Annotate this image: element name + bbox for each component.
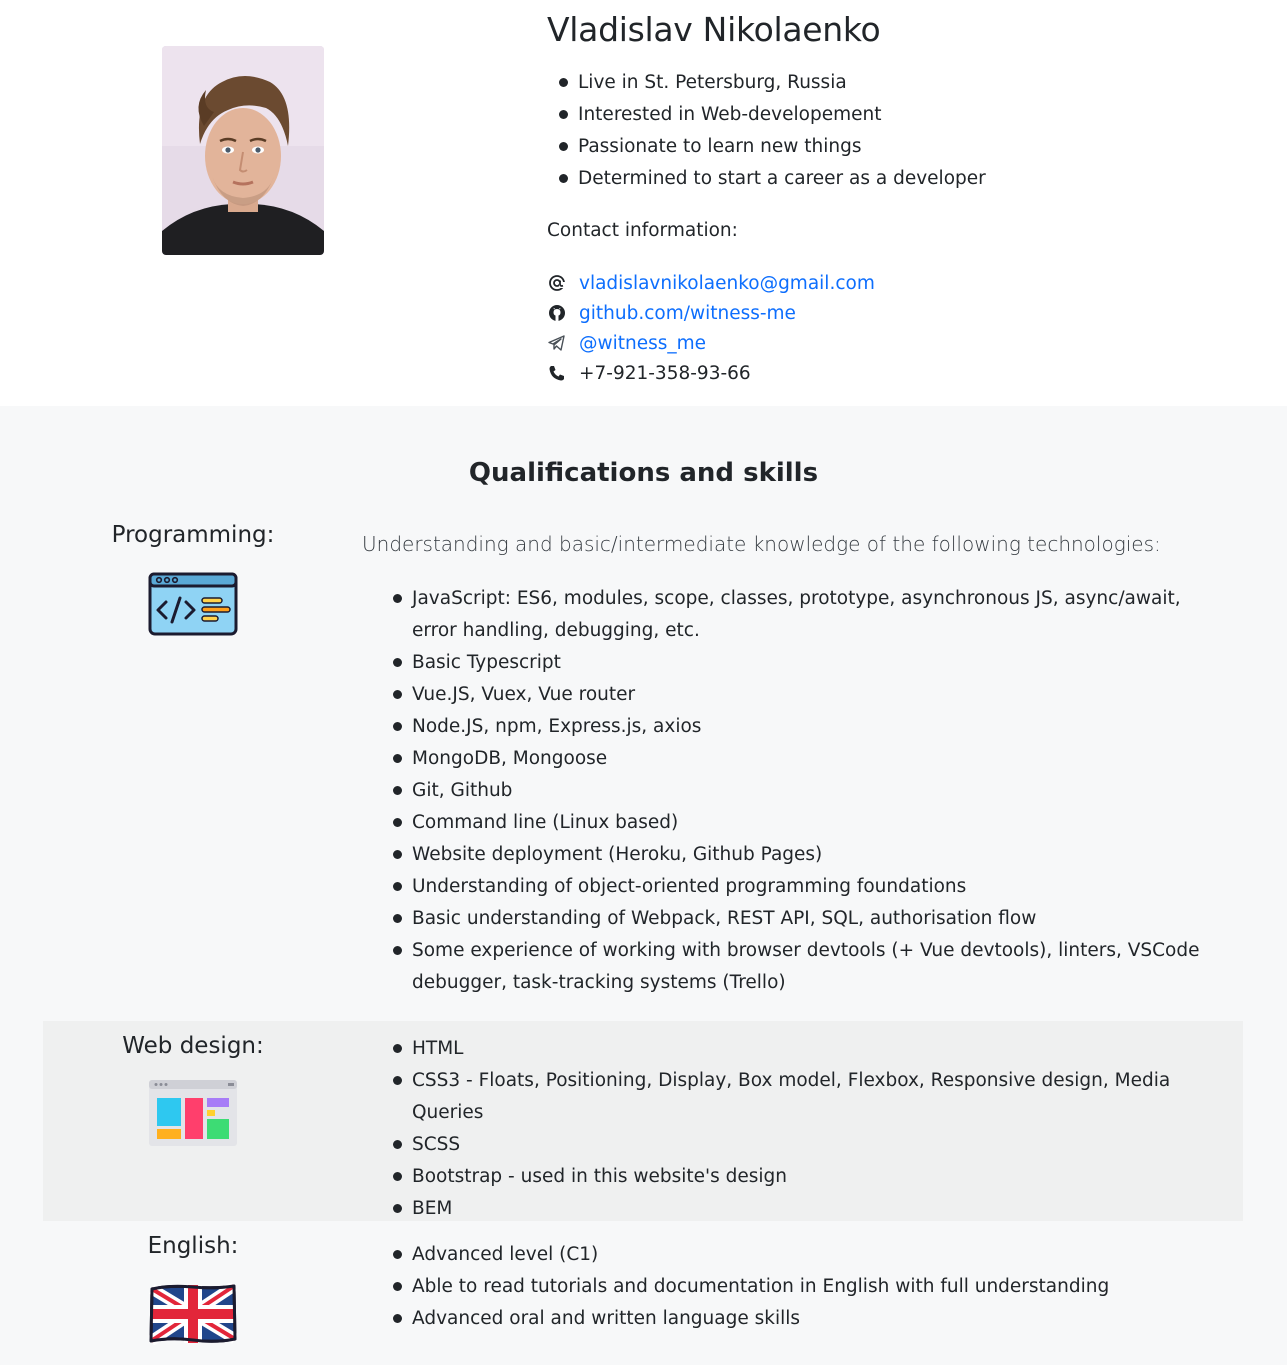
web-design-label: Web design: — [122, 1033, 264, 1059]
telegram-icon — [547, 333, 579, 353]
programming-label: Programming: — [111, 522, 275, 548]
at-icon — [547, 273, 579, 293]
skills-title: Qualifications and skills — [468, 458, 819, 488]
programming-block: Programming: Understanding and basic/int… — [43, 518, 1243, 1018]
contact-telegram-row: @witness_me — [547, 328, 875, 358]
web-design-block: Web design: HTML CSS3 - Floats, Position… — [43, 1021, 1243, 1221]
list-item: Understanding of object-oriented program… — [393, 871, 1212, 903]
uk-flag-icon — [147, 1281, 238, 1349]
list-item: SCSS — [393, 1129, 1212, 1161]
list-item: Node.JS, npm, Express.js, axios — [393, 711, 1212, 743]
github-link[interactable]: github.com/witness-me — [579, 303, 796, 324]
list-item: CSS3 - Floats, Positioning, Display, Box… — [393, 1065, 1212, 1129]
list-item: Advanced level (C1) — [393, 1239, 1212, 1271]
list-item: Website deployment (Heroku, Github Pages… — [393, 839, 1212, 871]
email-link[interactable]: vladislavnikolaenko@gmail.com — [579, 273, 875, 294]
programming-intro: Understanding and basic/intermediate kno… — [362, 532, 1161, 556]
phone-number: +7-921-358-93-66 — [579, 362, 751, 384]
list-item: JavaScript: ES6, modules, scope, classes… — [393, 583, 1212, 647]
list-item: Some experience of working with browser … — [393, 935, 1212, 999]
profile-photo — [162, 46, 324, 255]
bio-list: Live in St. Petersburg, Russia Intereste… — [559, 67, 986, 195]
list-item: Basic Typescript — [393, 647, 1212, 679]
contact-list: vladislavnikolaenko@gmail.com github.com… — [547, 268, 875, 388]
list-item: HTML — [393, 1033, 1212, 1065]
list-item: Git, Github — [393, 775, 1212, 807]
contact-email-row: vladislavnikolaenko@gmail.com — [547, 268, 875, 298]
web-design-skill-list: HTML CSS3 - Floats, Positioning, Display… — [393, 1033, 1212, 1225]
skills-section: Qualifications and skills Programming: U… — [0, 406, 1287, 1365]
contact-github-row: github.com/witness-me — [547, 298, 875, 328]
english-label: English: — [147, 1233, 239, 1259]
github-icon — [547, 303, 579, 323]
contact-title: Contact information: — [547, 220, 738, 241]
list-item: Basic understanding of Webpack, REST API… — [393, 903, 1212, 935]
list-item: Bootstrap - used in this website's desig… — [393, 1161, 1212, 1193]
profile-name: Vladislav Nikolaenko — [547, 10, 881, 49]
web-layout-icon — [148, 1079, 238, 1151]
phone-icon — [547, 363, 579, 383]
contact-phone-row: +7-921-358-93-66 — [547, 358, 875, 388]
list-item: Advanced oral and written language skill… — [393, 1303, 1212, 1335]
telegram-link[interactable]: @witness_me — [579, 333, 706, 354]
list-item: MongoDB, Mongoose — [393, 743, 1212, 775]
bio-item: Passionate to learn new things — [559, 131, 986, 163]
list-item: Command line (Linux based) — [393, 807, 1212, 839]
profile-header: Vladislav Nikolaenko Live in St. Petersb… — [0, 0, 1287, 406]
programming-skill-list: JavaScript: ES6, modules, scope, classes… — [393, 583, 1212, 999]
english-block: English: Advanced level (C1) Able to rea… — [43, 1221, 1243, 1365]
bio-item: Determined to start a career as a develo… — [559, 163, 986, 195]
bio-item: Live in St. Petersburg, Russia — [559, 67, 986, 99]
code-window-icon — [148, 572, 238, 640]
bio-item: Interested in Web-developement — [559, 99, 986, 131]
english-skill-list: Advanced level (C1) Able to read tutoria… — [393, 1239, 1212, 1335]
list-item: Vue.JS, Vuex, Vue router — [393, 679, 1212, 711]
list-item: Able to read tutorials and documentation… — [393, 1271, 1212, 1303]
